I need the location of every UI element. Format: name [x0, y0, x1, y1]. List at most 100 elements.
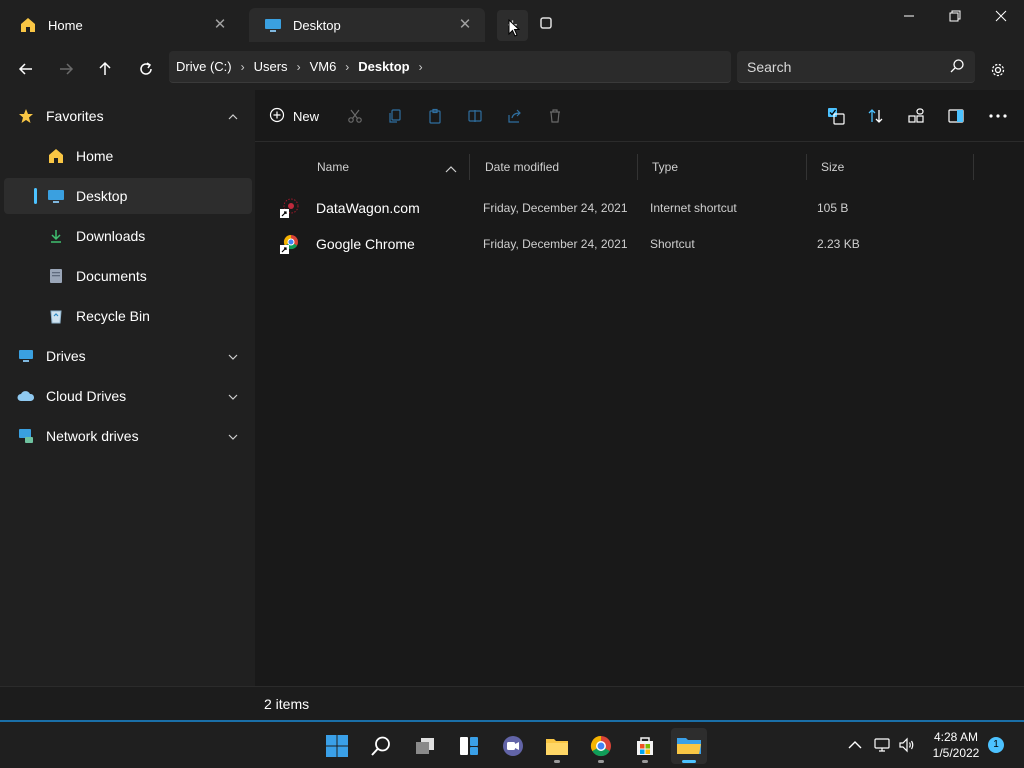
chevron-right-icon[interactable]: › [419, 60, 423, 74]
chevron-up-icon [848, 741, 862, 749]
file-explorer-taskbar-button[interactable] [539, 728, 575, 764]
sidebar: Favorites Home Desktop Downloads Documen… [0, 90, 255, 720]
running-indicator [682, 760, 696, 763]
network-icon [874, 738, 890, 752]
search-placeholder: Search [747, 58, 792, 75]
clock-time: 4:28 AM [933, 730, 979, 744]
sidebar-item-desktop[interactable]: Desktop [4, 178, 252, 214]
new-button[interactable]: New [269, 104, 319, 128]
files-app-taskbar-button[interactable] [671, 728, 707, 764]
ellipsis-icon [989, 114, 1007, 118]
search-taskbar-button[interactable] [363, 728, 399, 764]
file-row[interactable]: Google Chrome Friday, December 24, 2021 … [255, 226, 1024, 262]
close-window-button[interactable] [978, 0, 1024, 32]
tab-desktop[interactable]: Desktop ✕ [249, 8, 485, 42]
chevron-down-icon[interactable] [228, 429, 238, 445]
column-header-date[interactable]: Date modified [478, 154, 638, 180]
preview-pane-icon [948, 109, 964, 123]
settings-button[interactable] [985, 57, 1011, 83]
folder-icon [546, 739, 568, 755]
maximize-button[interactable] [932, 0, 978, 32]
gear-icon [991, 63, 1005, 77]
sidebar-favorites[interactable]: Favorites [4, 98, 252, 134]
column-header-size[interactable]: Size [814, 154, 974, 180]
address-bar[interactable]: Drive (C:) › Users › VM6 › Desktop › [169, 51, 731, 83]
forward-button[interactable] [51, 54, 81, 84]
tab-home[interactable]: Home ✕ [4, 8, 240, 42]
file-type: Internet shortcut [650, 201, 737, 215]
sidebar-item-documents[interactable]: Documents [4, 258, 252, 294]
group-button[interactable] [906, 104, 926, 128]
drive-icon [16, 346, 36, 366]
volume-button[interactable] [897, 735, 917, 755]
back-button[interactable] [11, 54, 41, 84]
chevron-right-icon[interactable]: › [241, 60, 245, 74]
delete-button[interactable] [545, 104, 565, 128]
show-hidden-icons-button[interactable] [845, 735, 865, 755]
start-button[interactable] [319, 728, 355, 764]
refresh-icon [140, 62, 152, 75]
breadcrumb-desktop[interactable]: Desktop [358, 59, 409, 74]
minimize-button[interactable] [886, 0, 932, 32]
cut-button[interactable] [345, 104, 365, 128]
column-headers: Name Date modified Type Size [255, 154, 1024, 180]
sidebar-item-label: Network drives [46, 428, 139, 444]
selection-mode-button[interactable] [826, 104, 846, 128]
files-app-icon [677, 738, 701, 754]
tab-label: Home [48, 17, 83, 33]
share-icon [508, 109, 521, 123]
sidebar-item-label: Cloud Drives [46, 388, 127, 404]
rename-button[interactable] [465, 104, 485, 128]
chevron-down-icon[interactable] [228, 349, 238, 365]
speaker-icon [899, 737, 914, 753]
column-header-name[interactable]: Name [310, 154, 470, 180]
search-icon[interactable] [949, 58, 965, 77]
chevron-right-icon[interactable]: › [297, 60, 301, 74]
close-tab-icon[interactable]: ✕ [210, 15, 230, 35]
network-status-button[interactable] [873, 735, 893, 755]
column-header-type[interactable]: Type [645, 154, 807, 180]
more-options-button[interactable] [986, 104, 1010, 128]
widgets-button[interactable] [451, 728, 487, 764]
column-header-label: Type [652, 160, 679, 174]
chrome-shortcut-icon [279, 226, 303, 262]
sidebar-group-drives[interactable]: Drives [4, 338, 252, 374]
star-icon [16, 106, 36, 126]
up-button[interactable] [90, 54, 120, 84]
preview-pane-button[interactable] [946, 104, 966, 128]
notification-badge[interactable]: 1 [988, 737, 1004, 753]
teams-chat-button[interactable] [495, 728, 531, 764]
sort-button[interactable] [866, 104, 886, 128]
chevron-up-icon[interactable] [228, 109, 238, 125]
sidebar-group-cloud-drives[interactable]: Cloud Drives [4, 378, 252, 414]
document-icon [46, 266, 66, 286]
search-input[interactable]: Search [737, 51, 975, 83]
breadcrumb-users[interactable]: Users [254, 59, 288, 74]
chrome-taskbar-button[interactable] [583, 728, 619, 764]
sidebar-item-home[interactable]: Home [4, 138, 252, 174]
sidebar-item-recycle-bin[interactable]: Recycle Bin [4, 298, 252, 334]
close-tab-icon[interactable]: ✕ [455, 15, 475, 35]
recycle-bin-icon [46, 306, 66, 326]
sort-ascending-icon [445, 162, 457, 176]
file-type: Shortcut [650, 237, 695, 251]
share-button[interactable] [505, 104, 525, 128]
copy-button[interactable] [385, 104, 405, 128]
paste-button[interactable] [425, 104, 445, 128]
chevron-right-icon[interactable]: › [345, 60, 349, 74]
chrome-icon [590, 735, 611, 757]
sidebar-group-network-drives[interactable]: Network drives [4, 418, 252, 454]
clock[interactable]: 4:28 AM 1/5/2022 [924, 729, 988, 761]
sidebar-item-label: Downloads [76, 228, 146, 244]
forward-arrow-icon [60, 63, 74, 75]
chevron-down-icon[interactable] [228, 389, 238, 405]
file-row[interactable]: DataWagon.com Friday, December 24, 2021 … [255, 190, 1024, 226]
task-view-button[interactable] [407, 728, 443, 764]
sidebar-item-downloads[interactable]: Downloads [4, 218, 252, 254]
store-taskbar-button[interactable] [627, 728, 663, 764]
file-date: Friday, December 24, 2021 [483, 201, 628, 215]
tab-actions-icon[interactable] [539, 16, 557, 34]
breadcrumb-vm6[interactable]: VM6 [310, 59, 337, 74]
breadcrumb-drive[interactable]: Drive (C:) [176, 59, 232, 74]
refresh-button[interactable] [131, 54, 161, 84]
